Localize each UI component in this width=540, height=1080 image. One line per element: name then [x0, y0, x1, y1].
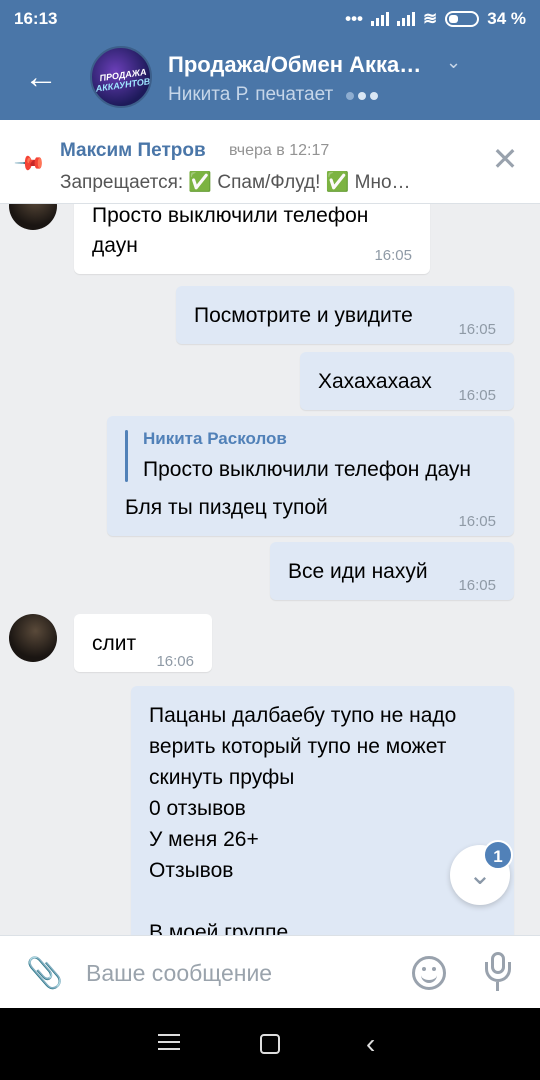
message-time: 16:05	[458, 387, 496, 404]
message-text-line: даун	[92, 234, 138, 257]
typing-dots-icon	[346, 84, 382, 106]
chat-header: ← ПРОДАЖА АККАУНТОВ Продажа/Обмен Акка… …	[0, 36, 540, 120]
message-text-line: У меня 26+	[149, 828, 259, 851]
message-text-line: Пацаны далбаебу тупо не надо	[149, 704, 457, 727]
nav-back-icon[interactable]: ‹	[366, 1028, 375, 1060]
chat-title[interactable]: Продажа/Обмен Акка…	[168, 52, 421, 78]
signal-2-icon	[397, 12, 415, 26]
message-bubble-incoming[interactable]: слит 16:06	[74, 614, 212, 672]
message-bubble-reply[interactable]: Никита Расколов Просто выключили телефон…	[107, 416, 514, 536]
message-text-line: верить который тупо не может	[149, 735, 447, 758]
message-text-line: Просто выключили телефон	[92, 204, 369, 227]
message-time: 16:05	[374, 247, 412, 264]
message-list[interactable]: Просто выключили телефон даун 16:05 Посм…	[0, 204, 540, 935]
message-text: Хахахахаах	[318, 370, 432, 393]
unread-badge: 1	[483, 840, 513, 870]
message-time: 16:05	[458, 321, 496, 338]
status-indicators: ••• ≋ 34 %	[345, 9, 526, 29]
menu-icon[interactable]	[158, 1034, 180, 1052]
message-text-line: Отзывов	[149, 859, 234, 882]
pinned-author: Максим Петров	[60, 140, 206, 161]
reply-author[interactable]: Никита Расколов	[143, 428, 287, 450]
pinned-message[interactable]: 📌 Максим Петров вчера в 12:17 Запрещаетс…	[0, 120, 540, 204]
message-text: слит	[92, 632, 137, 655]
message-bubble-incoming[interactable]: Просто выключили телефон даун 16:05	[74, 204, 430, 274]
pinned-time: вчера в 12:17	[229, 142, 330, 159]
message-input[interactable]	[86, 956, 386, 990]
paperclip-icon[interactable]: 📎	[26, 956, 63, 990]
signal-icon	[371, 12, 389, 26]
reply-bar	[125, 430, 128, 482]
message-text-line: В моей группе	[149, 921, 289, 935]
message-time: 16:05	[458, 513, 496, 530]
microphone-icon[interactable]	[484, 952, 512, 994]
message-composer: 📎	[0, 935, 540, 1008]
chevron-down-icon[interactable]: ⌄	[446, 52, 461, 73]
message-bubble-outgoing[interactable]: Все иди нахуй 16:05	[270, 542, 514, 600]
avatar[interactable]	[9, 204, 57, 230]
battery-icon	[445, 11, 480, 27]
system-nav-bar: ‹	[0, 1008, 540, 1080]
message-bubble-outgoing[interactable]: Посмотрите и увидите 16:05	[176, 286, 514, 344]
message-text-line: скинуть пруфы	[149, 766, 295, 789]
pinned-text: Запрещается: ✅ Спам/Флуд! ✅ Мно…	[60, 172, 411, 193]
typing-status: Никита Р. печатает	[168, 84, 382, 106]
message-text: Посмотрите и увидите	[194, 304, 413, 327]
battery-level: 34 %	[487, 9, 526, 28]
message-time: 16:05	[458, 577, 496, 594]
reply-text: Просто выключили телефон даун	[143, 458, 472, 481]
home-icon[interactable]	[260, 1034, 280, 1054]
message-text: Все иди нахуй	[288, 560, 428, 583]
close-icon[interactable]: ✕	[490, 143, 520, 175]
back-arrow-icon[interactable]: ←	[24, 60, 60, 96]
pin-icon: 📌	[13, 147, 47, 181]
more-dots-icon: •••	[345, 9, 363, 28]
status-bar: 16:13 ••• ≋ 34 %	[0, 0, 540, 36]
message-bubble-outgoing[interactable]: Пацаны далбаебу тупо не надо верить кото…	[131, 686, 514, 935]
wifi-icon: ≋	[423, 9, 438, 28]
message-text-line: 0 отзывов	[149, 797, 246, 820]
chat-avatar[interactable]: ПРОДАЖА АККАУНТОВ	[90, 46, 152, 108]
message-text: Бля ты пиздец тупой	[125, 496, 328, 519]
avatar[interactable]	[9, 614, 57, 662]
status-time: 16:13	[14, 9, 58, 28]
typing-text: Никита Р. печатает	[168, 84, 334, 105]
emoji-icon[interactable]	[412, 956, 446, 990]
message-bubble-outgoing[interactable]: Хахахахаах 16:05	[300, 352, 514, 410]
message-time: 16:06	[156, 653, 194, 670]
